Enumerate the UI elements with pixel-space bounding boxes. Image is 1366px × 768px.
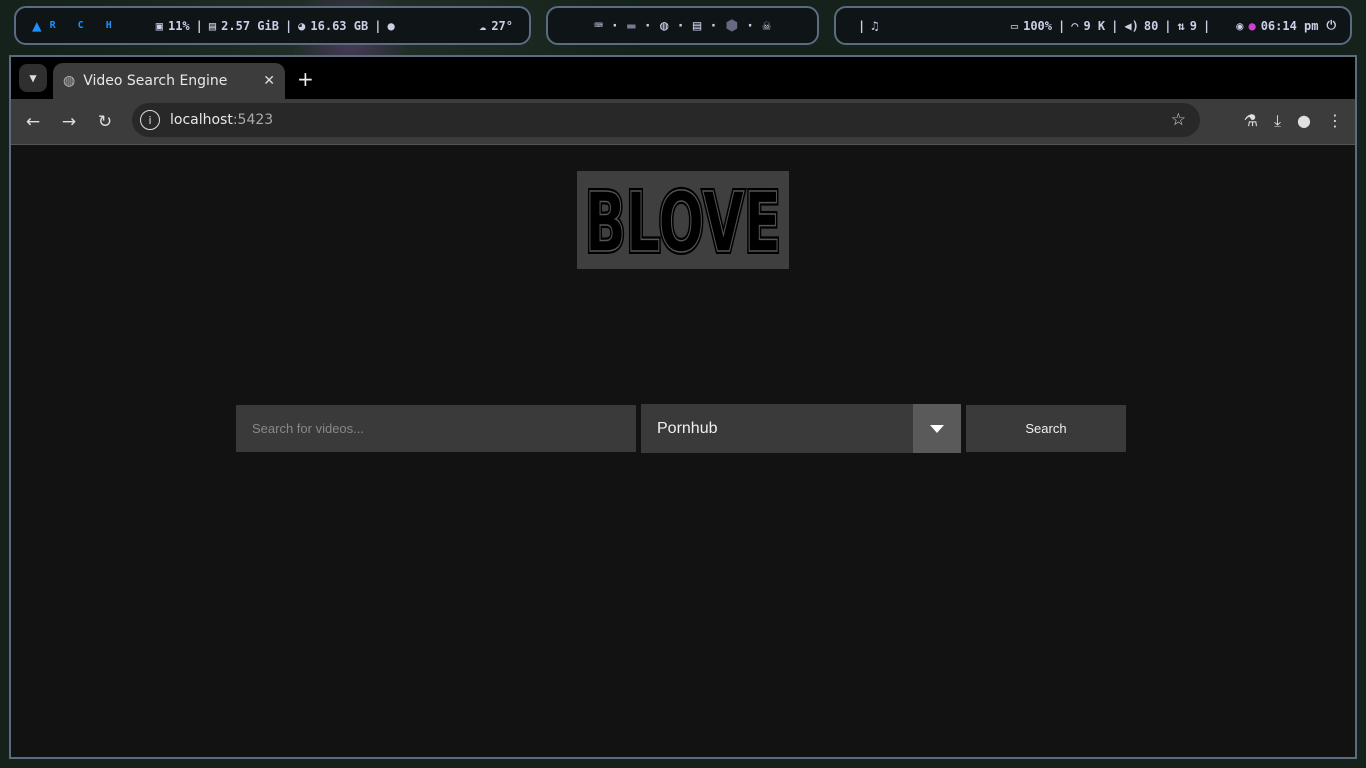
dropdown-arrow-icon[interactable] xyxy=(913,404,961,453)
new-tab-button[interactable]: + xyxy=(297,67,314,91)
workspace-bar: ⌨ · ▬ · ◍ · ▤ · ⬢ · ☠ xyxy=(546,6,819,45)
battery-level: 100% xyxy=(1023,18,1052,33)
globe-icon[interactable]: ◍ xyxy=(660,18,668,34)
source-select[interactable]: Pornhub xyxy=(641,404,961,453)
folder-icon[interactable]: ▬ xyxy=(627,18,635,34)
temperature: 27° xyxy=(491,18,513,33)
menu-icon[interactable]: ⋮ xyxy=(1327,111,1343,131)
close-tab-icon[interactable]: ✕ xyxy=(263,73,275,89)
user-icon[interactable]: ● xyxy=(387,19,394,33)
power-icon[interactable]: ⏻ xyxy=(1327,18,1337,33)
music-icon[interactable]: ♫ xyxy=(871,19,878,33)
url-host: localhost xyxy=(170,112,233,128)
arch-label: R C H xyxy=(49,20,120,31)
tab-search-chevron-icon[interactable]: ▼ xyxy=(19,64,47,92)
network-speed: 9 K xyxy=(1083,18,1106,33)
page-content: BLOVE BLOVE Pornhub Search xyxy=(11,145,1355,757)
weather-icon: ☁ xyxy=(479,18,487,33)
disk-icon: ◕ xyxy=(298,18,306,33)
cube-icon[interactable]: ⬢ xyxy=(726,18,738,34)
updates-icon[interactable]: ⇅ xyxy=(1178,19,1185,33)
battery-icon: ▭ xyxy=(1010,18,1019,33)
labs-flask-icon[interactable]: ⚗ xyxy=(1244,111,1258,131)
tab-title: Video Search Engine xyxy=(83,73,228,89)
ram-icon: ▤ xyxy=(208,18,217,33)
status-bar-left: ▲ R C H ▣ 11% | ▤ 2.57 GiB | ◕ 16.63 GB | ● ☁ 2… xyxy=(14,6,531,45)
updates-count: 9 xyxy=(1189,18,1197,33)
wifi-icon: ◠ xyxy=(1071,18,1079,33)
url-port: :5423 xyxy=(232,112,274,128)
disk-usage: 16.63 GB xyxy=(310,18,369,33)
ram-usage: 2.57 GiB xyxy=(221,18,279,33)
cpu-icon: ▣ xyxy=(155,18,163,33)
site-logo: BLOVE BLOVE xyxy=(577,171,789,274)
site-info-icon[interactable]: i xyxy=(140,110,160,130)
svg-text:BLOVE: BLOVE xyxy=(585,176,781,269)
clock: 06:14 pm xyxy=(1260,18,1319,33)
volume-icon[interactable]: ◀) xyxy=(1124,19,1138,33)
cpu-usage: 11% xyxy=(167,18,190,33)
back-icon[interactable]: ← xyxy=(15,112,51,132)
address-bar[interactable]: i localhost:5423 ☆ xyxy=(132,103,1200,137)
tab-strip: ▼ ◍ Video Search Engine ✕ + xyxy=(11,57,1355,99)
flame-app-icon[interactable]: ● xyxy=(1248,19,1255,33)
terminal-icon[interactable]: ⌨ xyxy=(594,18,602,34)
volume-level: 80 xyxy=(1143,18,1159,33)
source-selected-value: Pornhub xyxy=(657,419,718,437)
tab-video-search-engine[interactable]: ◍ Video Search Engine ✕ xyxy=(53,63,285,99)
skull-icon[interactable]: ☠ xyxy=(762,18,770,34)
globe-favicon-icon: ◍ xyxy=(63,73,76,89)
discord-icon[interactable]: ◉ xyxy=(1236,19,1243,33)
profile-icon[interactable]: ● xyxy=(1297,111,1311,131)
search-input[interactable] xyxy=(236,405,636,452)
bookmark-star-icon[interactable]: ☆ xyxy=(1171,110,1186,130)
download-icon[interactable]: ⤓ xyxy=(1274,111,1281,131)
reload-icon[interactable]: ↻ xyxy=(87,112,123,132)
status-bar-right: | ♫ ▭ 100% | ◠ 9 K | ◀) 80 | ⇅ 9 | ◉ ● 06:14 pm ⏻ xyxy=(834,6,1352,45)
arch-logo-icon: ▲ xyxy=(32,16,42,35)
search-button[interactable]: Search xyxy=(966,405,1126,452)
forward-icon[interactable]: → xyxy=(51,112,87,132)
browser-window: ▼ ◍ Video Search Engine ✕ + ← → ↻ i loca… xyxy=(9,55,1357,759)
chat-icon[interactable]: ▤ xyxy=(693,18,701,34)
